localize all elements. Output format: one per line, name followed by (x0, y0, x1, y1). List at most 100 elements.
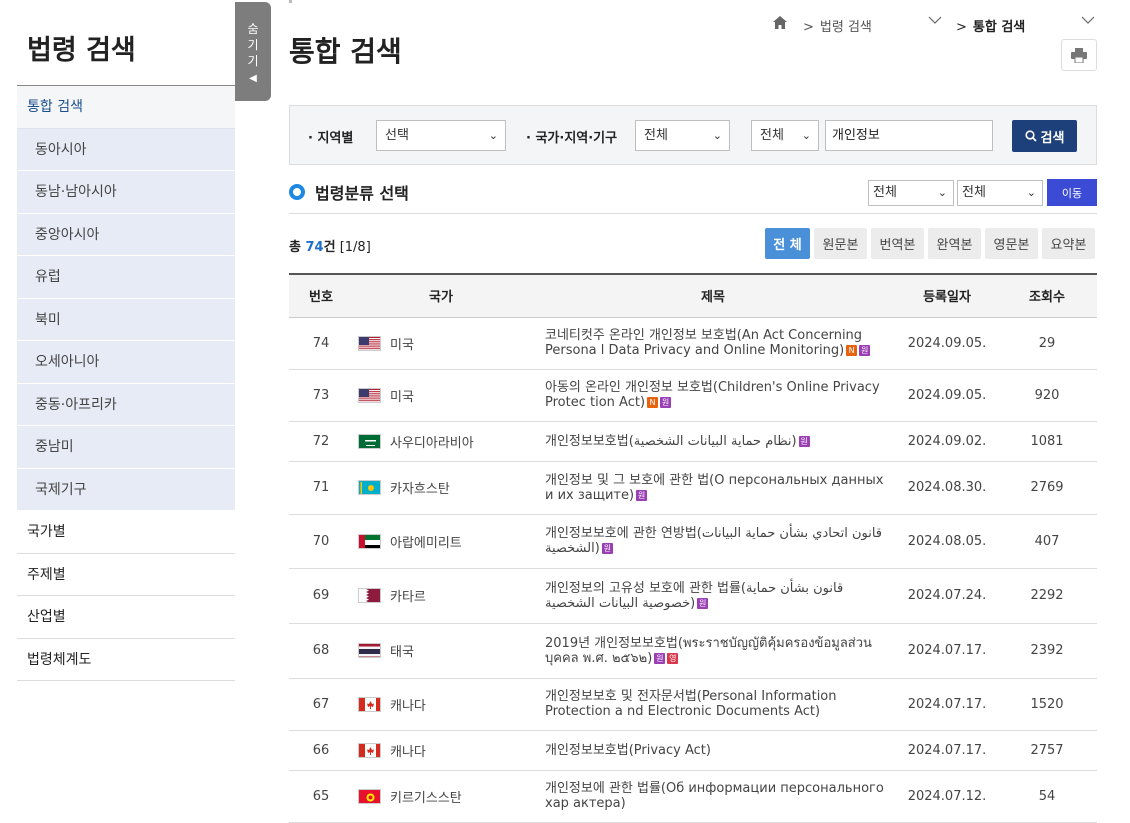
classification-select-2[interactable]: 전체 ⌄ (957, 180, 1043, 206)
row-country: 카자흐스탄 (353, 461, 529, 515)
classification-title: 법령분류 선택 (289, 180, 409, 204)
sidebar-item[interactable]: 동아시아 (17, 128, 235, 171)
hide-label-3: 기 (247, 54, 259, 68)
table-row[interactable]: 68 태국 2019년 개인정보보호법(พระราชบัญญัติคุ้มครองข… (289, 623, 1097, 679)
version-tab[interactable]: 원문본 (814, 228, 867, 259)
breadcrumb-dropdown-icon[interactable] (1081, 14, 1095, 29)
version-tab[interactable]: 요약본 (1042, 228, 1095, 259)
table-row[interactable]: 74 미국 코네티컷주 온라인 개인정보 보호법(An Act Concerning… (289, 317, 1097, 370)
move-button[interactable]: 이동 (1047, 179, 1097, 206)
version-tab[interactable]: 완역본 (928, 228, 981, 259)
law-title-link[interactable]: 코네티컷주 온라인 개인정보 보호법(An Act Concerning Per… (545, 328, 862, 358)
row-title[interactable]: 개인정보보호 및 전자문서법(Personal Information Prot… (529, 678, 897, 731)
row-country: 태국 (353, 623, 529, 679)
scope-select[interactable]: 전체 ⌄ (751, 120, 819, 151)
collapse-arrow-icon: ◀ (249, 73, 257, 84)
version-tab[interactable]: 영문본 (985, 228, 1038, 259)
sidebar-item[interactable]: 동남·남아시아 (17, 171, 235, 214)
country-select[interactable]: 전체 ⌄ (635, 120, 730, 151)
flag-us-icon (358, 387, 381, 403)
region-label: · 지역별 (308, 131, 354, 146)
sidebar-item[interactable]: 국제기구 (17, 468, 235, 511)
law-title-link[interactable]: 개인정보에 관한 법률(Об информации персонального … (545, 781, 884, 811)
breadcrumb-separator-icon: > (956, 20, 967, 35)
law-title-link[interactable]: 개인정보보호 및 전자문서법(Personal Information Prot… (545, 689, 837, 719)
row-title[interactable]: 아동의 온라인 개인정보 보호법(Children's Online Priva… (529, 369, 897, 422)
law-title-link[interactable]: 개인정보의 고유성 보호에 관한 법률(قانون بشأن حماية خصو… (545, 581, 843, 611)
law-title-link[interactable]: 아동의 온라인 개인정보 보호법(Children's Online Priva… (545, 380, 880, 410)
home-icon[interactable] (773, 16, 787, 33)
table-row[interactable]: 65 키르기스스탄 개인정보에 관한 법률(Об информации персон… (289, 770, 1097, 823)
law-title-link[interactable]: 개인정보보호법(نظام حماية البيانات الشخصية) (545, 434, 797, 449)
hide-sidebar-toggle[interactable]: 숨 기 기 ◀ (235, 2, 271, 101)
sidebar-item[interactable]: 중동·아프리카 (17, 383, 235, 426)
classification-select-1[interactable]: 전체 ⌄ (868, 180, 954, 206)
row-views: 1081 (997, 421, 1097, 462)
search-input[interactable]: 개인정보 (825, 120, 993, 151)
row-title[interactable]: 개인정보에 관한 법률(Об информации персонального … (529, 770, 897, 823)
row-title[interactable]: 코네티컷주 온라인 개인정보 보호법(An Act Concerning Per… (529, 317, 897, 370)
table-row[interactable]: 69 카타르 개인정보의 고유성 보호에 관한 법률(قانون بشأن حماي… (289, 568, 1097, 624)
breadcrumb-item-2[interactable]: > 통합 검색 (956, 16, 1025, 35)
row-title[interactable]: 개인정보보호법(نظام حماية البيانات الشخصية) 원 (529, 421, 897, 462)
table-row[interactable]: 67 캐나다 개인정보보호 및 전자문서법(Personal Information… (289, 678, 1097, 731)
row-title[interactable]: 개인정보의 고유성 보호에 관한 법률(قانون بشأن حماية خصو… (529, 568, 897, 624)
row-country: 미국 (353, 369, 529, 422)
original-badge: 원 (636, 489, 648, 501)
law-title-link[interactable]: 개인정보보호에 관한 연방법(قانون اتحادي بشأن حماية ا… (545, 526, 882, 556)
chevron-down-icon: ⌄ (801, 129, 811, 142)
flag-ca-icon (358, 696, 381, 712)
breadcrumb-separator-icon: > (803, 20, 814, 35)
sidebar-item[interactable]: 법령체계도 (17, 639, 235, 681)
flag-ca-icon (358, 742, 381, 758)
table-row[interactable]: 72 사우디아라비아 개인정보보호법(نظام حماية البيانات الش… (289, 421, 1097, 462)
sidebar-item[interactable]: 오세아니아 (17, 341, 235, 384)
row-date: 2024.08.05. (897, 514, 997, 569)
flag-kg-icon (358, 788, 381, 804)
chevron-down-icon: ⌄ (1026, 186, 1036, 199)
row-views: 54 (997, 770, 1097, 823)
table-row[interactable]: 66 캐나다 개인정보보호법(Privacy Act) 2024.07.17. 2757 (289, 730, 1097, 771)
law-title-link[interactable]: 2019년 개인정보보호법(พระราชบัญญัติคุ้มครองข้อมู… (545, 636, 872, 666)
row-title[interactable]: 2019년 개인정보보호법(พระราชบัญญัติคุ้มครองข้อมู… (529, 623, 897, 679)
sidebar-item[interactable]: 중남미 (17, 426, 235, 469)
chevron-down-icon: ⌄ (488, 129, 498, 142)
sidebar-item[interactable]: 중앙아시아 (17, 213, 235, 256)
version-tabs: 전 체 원문본 번역본 완역본 영문본 요약본 (765, 228, 1095, 259)
row-views: 920 (997, 369, 1097, 422)
row-title[interactable]: 개인정보보호법(Privacy Act) (529, 730, 897, 771)
law-title-link[interactable]: 개인정보 및 그 보호에 관한 법(О персональных данных … (545, 473, 883, 503)
breadcrumb-dropdown-icon[interactable] (928, 14, 942, 29)
breadcrumb-item-1[interactable]: > 법령 검색 (803, 16, 872, 35)
law-title-link[interactable]: 개인정보보호법(Privacy Act) (545, 743, 711, 758)
country-label: · 국가·지역·기구 (526, 131, 618, 146)
sidebar-item[interactable]: 주제별 (17, 554, 235, 596)
original-badge: 원 (798, 435, 810, 447)
sidebar-item[interactable]: 유럽 (17, 256, 235, 299)
row-country: 키르기스스탄 (353, 770, 529, 823)
search-panel: · 지역별 선택 ⌄ · 국가·지역·기구 전체 ⌄ 전체 ⌄ 개인정보 검색 (289, 105, 1097, 165)
row-country: 캐나다 (353, 678, 529, 731)
country-name: 태국 (390, 645, 414, 660)
region-select[interactable]: 선택 ⌄ (376, 120, 506, 151)
sidebar-item[interactable]: 국가별 (17, 511, 235, 554)
version-tab[interactable]: 전 체 (765, 228, 810, 259)
row-country: 아랍에미리트 (353, 514, 529, 569)
table-row[interactable]: 71 카자흐스탄 개인정보 및 그 보호에 관한 법(О персональных … (289, 461, 1097, 515)
version-tab[interactable]: 번역본 (871, 228, 924, 259)
sidebar-item[interactable]: 산업별 (17, 596, 235, 639)
sidebar-item[interactable]: 통합 검색 (17, 86, 235, 129)
search-button[interactable]: 검색 (1012, 120, 1077, 152)
table-row[interactable]: 70 아랍에미리트 개인정보보호에 관한 연방법(قانون اتحادي بشأن… (289, 514, 1097, 569)
row-date: 2024.08.30. (897, 461, 997, 515)
row-date: 2024.07.17. (897, 623, 997, 679)
row-views: 29 (997, 317, 1097, 370)
col-date: 등록일자 (897, 273, 997, 318)
table-row[interactable]: 73 미국 아동의 온라인 개인정보 보호법(Children's Online P… (289, 369, 1097, 422)
country-name: 아랍에미리트 (390, 535, 462, 551)
row-views: 2292 (997, 568, 1097, 624)
sidebar-item[interactable]: 북미 (17, 298, 235, 341)
row-title[interactable]: 개인정보보호에 관한 연방법(قانون اتحادي بشأن حماية ا… (529, 514, 897, 569)
row-title[interactable]: 개인정보 및 그 보호에 관한 법(О персональных данных … (529, 461, 897, 515)
print-button[interactable] (1061, 39, 1097, 71)
